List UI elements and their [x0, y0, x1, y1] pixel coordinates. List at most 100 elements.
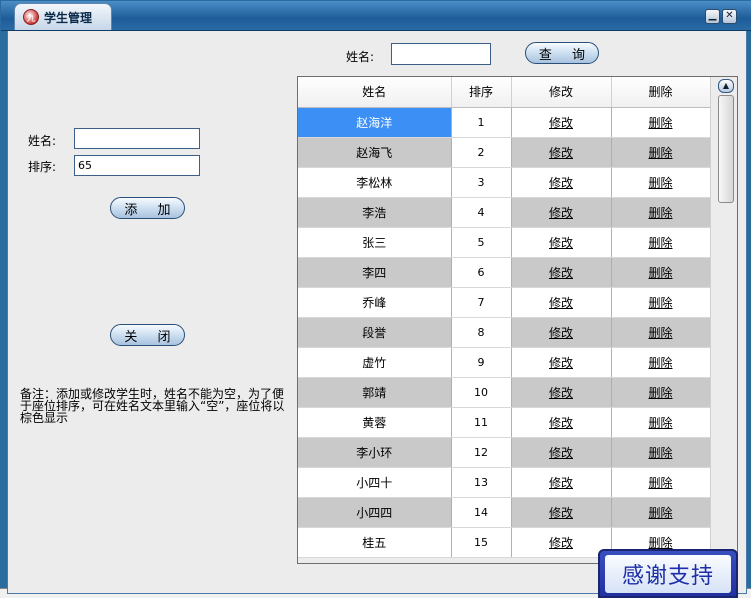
cell-order: 7: [451, 287, 512, 318]
delete-link-text[interactable]: 删除: [648, 176, 672, 190]
delete-link[interactable]: 删除: [611, 167, 711, 198]
edit-link-text[interactable]: 修改: [549, 536, 573, 550]
close-button[interactable]: 关 闭: [110, 324, 185, 346]
delete-link-text[interactable]: 删除: [648, 326, 672, 340]
header-name[interactable]: 姓名: [298, 77, 452, 108]
edit-link[interactable]: 修改: [511, 377, 612, 408]
delete-link[interactable]: 删除: [611, 257, 711, 288]
edit-link-text[interactable]: 修改: [549, 146, 573, 160]
delete-link-text[interactable]: 删除: [648, 446, 672, 460]
edit-link[interactable]: 修改: [511, 227, 612, 258]
table-row[interactable]: 黄蓉 11 修改 删除: [298, 407, 711, 438]
name-input[interactable]: [74, 128, 200, 149]
edit-link-text[interactable]: 修改: [549, 506, 573, 520]
order-input[interactable]: [74, 155, 200, 176]
add-button[interactable]: 添 加: [110, 197, 185, 219]
edit-link[interactable]: 修改: [511, 317, 612, 348]
edit-link-text[interactable]: 修改: [549, 296, 573, 310]
cell-name: 李四: [298, 257, 452, 288]
search-button[interactable]: 查 询: [525, 42, 599, 64]
table-row[interactable]: 段誉 8 修改 删除: [298, 317, 711, 348]
delete-link-text[interactable]: 删除: [648, 386, 672, 400]
edit-link-text[interactable]: 修改: [549, 176, 573, 190]
table-row[interactable]: 李浩 4 修改 删除: [298, 197, 711, 228]
cell-name: 郭靖: [298, 377, 452, 408]
delete-link-text[interactable]: 删除: [648, 476, 672, 490]
table-row[interactable]: 小四四 14 修改 删除: [298, 497, 711, 528]
delete-link[interactable]: 删除: [611, 497, 711, 528]
edit-link-text[interactable]: 修改: [549, 206, 573, 220]
table-row[interactable]: 李四 6 修改 删除: [298, 257, 711, 288]
delete-link[interactable]: 删除: [611, 107, 711, 138]
edit-link[interactable]: 修改: [511, 137, 612, 168]
cell-name: 桂五: [298, 527, 452, 558]
cell-order: 12: [451, 437, 512, 468]
delete-link-text[interactable]: 删除: [648, 116, 672, 130]
scroll-up-icon[interactable]: ▲: [718, 79, 734, 93]
edit-link[interactable]: 修改: [511, 527, 612, 558]
edit-link[interactable]: 修改: [511, 497, 612, 528]
cell-order: 1: [451, 107, 512, 138]
delete-link[interactable]: 删除: [611, 137, 711, 168]
title-bar[interactable]: 九 学生管理 ▁ ✕: [1, 1, 751, 31]
minimize-button[interactable]: ▁: [705, 9, 720, 24]
delete-link[interactable]: 删除: [611, 467, 711, 498]
table-row[interactable]: 虚竹 9 修改 删除: [298, 347, 711, 378]
delete-link[interactable]: 删除: [611, 287, 711, 318]
delete-link-text[interactable]: 删除: [648, 206, 672, 220]
edit-link-text[interactable]: 修改: [549, 386, 573, 400]
vertical-scrollbar[interactable]: ▲: [710, 77, 737, 563]
delete-link[interactable]: 删除: [611, 317, 711, 348]
delete-link[interactable]: 删除: [611, 347, 711, 378]
table-row[interactable]: 张三 5 修改 删除: [298, 227, 711, 258]
edit-link[interactable]: 修改: [511, 167, 612, 198]
edit-link-text[interactable]: 修改: [549, 416, 573, 430]
edit-link-text[interactable]: 修改: [549, 116, 573, 130]
cell-order: 13: [451, 467, 512, 498]
table-row[interactable]: 李松林 3 修改 删除: [298, 167, 711, 198]
search-name-input[interactable]: [391, 43, 491, 65]
table-row[interactable]: 李小环 12 修改 删除: [298, 437, 711, 468]
edit-link[interactable]: 修改: [511, 197, 612, 228]
table-row[interactable]: 乔峰 7 修改 删除: [298, 287, 711, 318]
table-row[interactable]: 赵海飞 2 修改 删除: [298, 137, 711, 168]
cell-order: 4: [451, 197, 512, 228]
header-delete[interactable]: 删除: [611, 77, 711, 108]
edit-link[interactable]: 修改: [511, 437, 612, 468]
delete-link-text[interactable]: 删除: [648, 236, 672, 250]
edit-link-text[interactable]: 修改: [549, 266, 573, 280]
delete-link[interactable]: 删除: [611, 227, 711, 258]
delete-link-text[interactable]: 删除: [648, 536, 672, 550]
cell-order: 10: [451, 377, 512, 408]
delete-link[interactable]: 删除: [611, 437, 711, 468]
delete-link-text[interactable]: 删除: [648, 506, 672, 520]
header-order[interactable]: 排序: [451, 77, 512, 108]
edit-link[interactable]: 修改: [511, 347, 612, 378]
thanks-banner[interactable]: 感谢支持: [598, 549, 738, 598]
edit-link-text[interactable]: 修改: [549, 446, 573, 460]
delete-link-text[interactable]: 删除: [648, 266, 672, 280]
edit-link[interactable]: 修改: [511, 287, 612, 318]
edit-link[interactable]: 修改: [511, 467, 612, 498]
close-window-button[interactable]: ✕: [722, 9, 737, 24]
scroll-thumb[interactable]: [718, 95, 734, 203]
header-edit[interactable]: 修改: [511, 77, 612, 108]
edit-link-text[interactable]: 修改: [549, 326, 573, 340]
cell-order: 15: [451, 527, 512, 558]
edit-link[interactable]: 修改: [511, 257, 612, 288]
edit-link[interactable]: 修改: [511, 407, 612, 438]
delete-link[interactable]: 删除: [611, 197, 711, 228]
delete-link[interactable]: 删除: [611, 407, 711, 438]
edit-link[interactable]: 修改: [511, 107, 612, 138]
table-row[interactable]: 小四十 13 修改 删除: [298, 467, 711, 498]
table-row[interactable]: 郭靖 10 修改 删除: [298, 377, 711, 408]
delete-link-text[interactable]: 删除: [648, 296, 672, 310]
edit-link-text[interactable]: 修改: [549, 476, 573, 490]
table-row[interactable]: 赵海洋 1 修改 删除: [298, 107, 711, 138]
edit-link-text[interactable]: 修改: [549, 236, 573, 250]
delete-link-text[interactable]: 删除: [648, 356, 672, 370]
delete-link-text[interactable]: 删除: [648, 416, 672, 430]
edit-link-text[interactable]: 修改: [549, 356, 573, 370]
delete-link[interactable]: 删除: [611, 377, 711, 408]
delete-link-text[interactable]: 删除: [648, 146, 672, 160]
